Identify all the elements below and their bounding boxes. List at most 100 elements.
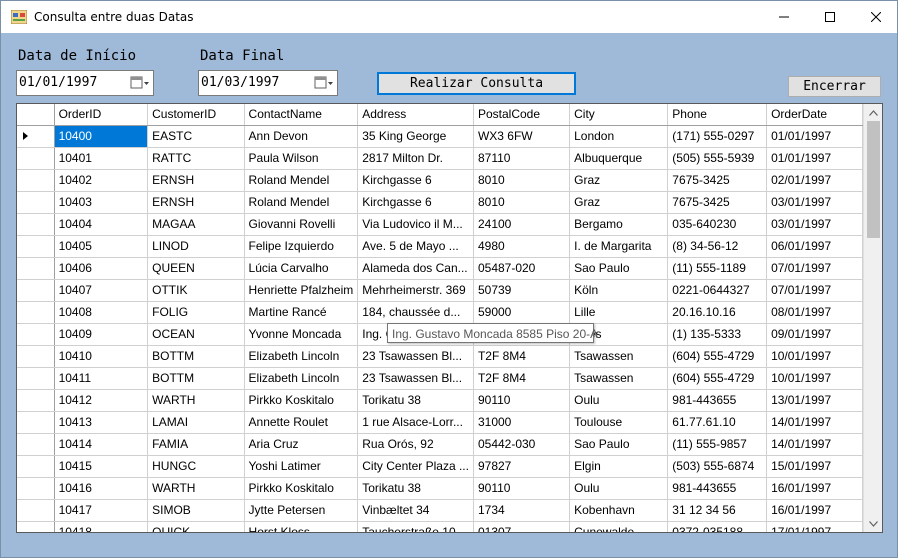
cell-postalcode[interactable]: 01307 [473, 521, 571, 532]
cell-postalcode[interactable]: 59000 [473, 301, 571, 324]
cell-orderid[interactable]: 10401 [54, 147, 149, 170]
cell-customerid[interactable]: RATTC [147, 147, 245, 170]
cell-phone[interactable]: 7675-3425 [667, 169, 768, 192]
cell-address[interactable]: Via Ludovico il M... [357, 213, 474, 236]
row-header[interactable] [17, 411, 55, 434]
cell-postalcode[interactable]: T2F 8M4 [473, 367, 571, 390]
vertical-scrollbar[interactable] [863, 104, 882, 532]
cell-address[interactable]: Kirchgasse 6 [357, 169, 474, 192]
cell-orderdate[interactable]: 10/01/1997 [766, 367, 863, 390]
minimize-button[interactable] [761, 1, 807, 33]
cell-orderdate[interactable]: 16/01/1997 [766, 477, 863, 500]
cell-postalcode[interactable]: WX3 6FW [473, 125, 571, 148]
cell-postalcode[interactable]: 4980 [473, 235, 571, 258]
cell-postalcode[interactable]: 97827 [473, 455, 571, 478]
cell-city[interactable]: I. de Margarita [569, 235, 669, 258]
cell-postalcode[interactable]: 87110 [473, 147, 571, 170]
row-header[interactable] [17, 125, 55, 148]
cell-city[interactable]: Cunewalde [569, 521, 669, 532]
cell-orderid[interactable]: 10418 [54, 521, 149, 532]
cell-address[interactable]: Mehrheimerstr. 369 [357, 279, 474, 302]
table-row[interactable]: 10416 WARTH Pirkko Koskitalo Torikatu 38 901… [17, 477, 863, 500]
column-header-city[interactable]: City [569, 104, 669, 126]
cell-orderdate[interactable]: 07/01/1997 [766, 257, 863, 280]
query-button[interactable]: Realizar Consulta [377, 72, 576, 95]
cell-customerid[interactable]: BOTTM [147, 345, 245, 368]
cell-city[interactable]: Albuquerque [569, 147, 669, 170]
cell-phone[interactable]: (1) 135-5333 [667, 323, 768, 346]
cell-orderdate[interactable]: 01/01/1997 [766, 125, 863, 148]
cell-orderdate[interactable]: 03/01/1997 [766, 191, 863, 214]
corner-header[interactable] [17, 104, 55, 126]
row-header[interactable] [17, 433, 55, 456]
column-header-address[interactable]: Address [357, 104, 474, 126]
cell-customerid[interactable]: OCEAN [147, 323, 245, 346]
table-row[interactable]: 10406 QUEEN Lúcia Carvalho Alameda dos Can.… [17, 257, 863, 280]
cell-address[interactable]: City Center Plaza ... [357, 455, 474, 478]
cell-orderdate[interactable]: 10/01/1997 [766, 345, 863, 368]
calendar-dropdown-icon[interactable] [314, 75, 334, 91]
cell-city[interactable]: Oulu [569, 477, 669, 500]
row-header[interactable] [17, 191, 55, 214]
cell-orderid[interactable]: 10415 [54, 455, 149, 478]
row-header[interactable] [17, 169, 55, 192]
cell-orderdate[interactable]: 03/01/1997 [766, 213, 863, 236]
cell-customerid[interactable]: EASTC [147, 125, 245, 148]
cell-orderid[interactable]: 10416 [54, 477, 149, 500]
cell-phone[interactable]: 31 12 34 56 [667, 499, 768, 522]
cell-postalcode[interactable]: 05442-030 [473, 433, 571, 456]
cell-phone[interactable]: 7675-3425 [667, 191, 768, 214]
cell-orderid[interactable]: 10412 [54, 389, 149, 412]
row-header[interactable] [17, 257, 55, 280]
table-row[interactable]: 10400 EASTC Ann Devon 35 King George WX3 6FW… [17, 125, 863, 148]
cell-contactname[interactable]: Jytte Petersen [244, 499, 359, 522]
cell-phone[interactable]: (11) 555-9857 [667, 433, 768, 456]
row-header[interactable] [17, 455, 55, 478]
column-header-postalcode[interactable]: PostalCode [473, 104, 571, 126]
cell-orderdate[interactable]: 14/01/1997 [766, 411, 863, 434]
cell-phone[interactable]: (604) 555-4729 [667, 367, 768, 390]
row-header[interactable] [17, 235, 55, 258]
row-header[interactable] [17, 389, 55, 412]
title-bar[interactable]: Consulta entre duas Datas [1, 1, 897, 33]
cell-city[interactable]: Graz [569, 191, 669, 214]
cell-city[interactable]: Bergamo [569, 213, 669, 236]
table-row[interactable]: 10401 RATTC Paula Wilson 2817 Milton Dr. 871… [17, 147, 863, 170]
cell-phone[interactable]: (11) 555-1189 [667, 257, 768, 280]
orders-grid[interactable]: OrderID CustomerID ContactName Address P… [16, 103, 883, 533]
cell-city[interactable]: Lille [569, 301, 669, 324]
cell-address[interactable]: Torikatu 38 [357, 477, 474, 500]
cell-city[interactable]: Tsawassen [569, 345, 669, 368]
cell-orderdate[interactable]: 01/01/1997 [766, 147, 863, 170]
cell-postalcode[interactable]: T2F 8M4 [473, 345, 571, 368]
row-header[interactable] [17, 301, 55, 324]
cell-city[interactable]: Elgin [569, 455, 669, 478]
cell-customerid[interactable]: BOTTM [147, 367, 245, 390]
cell-phone[interactable]: (505) 555-5939 [667, 147, 768, 170]
cell-address[interactable]: Vinbæltet 34 [357, 499, 474, 522]
cell-orderdate[interactable]: 16/01/1997 [766, 499, 863, 522]
row-header[interactable] [17, 213, 55, 236]
cell-contactname[interactable]: Roland Mendel [244, 191, 359, 214]
table-row[interactable]: 10417 SIMOB Jytte Petersen Vinbæltet 34 1734… [17, 499, 863, 522]
cell-city[interactable]: Graz [569, 169, 669, 192]
cell-orderdate[interactable]: 17/01/1997 [766, 521, 863, 532]
column-header-orderdate[interactable]: OrderDate [766, 104, 863, 126]
calendar-dropdown-icon[interactable] [130, 75, 150, 91]
cell-orderid[interactable]: 10402 [54, 169, 149, 192]
cell-address[interactable]: Rua Orós, 92 [357, 433, 474, 456]
cell-phone[interactable]: (503) 555-6874 [667, 455, 768, 478]
cell-contactname[interactable]: Pirkko Koskitalo [244, 389, 359, 412]
table-row[interactable]: 10414 FAMIA Aria Cruz Rua Orós, 92 05442-030… [17, 433, 863, 456]
cell-customerid[interactable]: FOLIG [147, 301, 245, 324]
start-date-picker[interactable]: 01/01/1997 [16, 70, 154, 96]
cell-city[interactable]: Sao Paulo [569, 257, 669, 280]
table-row[interactable]: 10408 FOLIG Martine Rancé 184, chaussée d..… [17, 301, 863, 324]
cell-contactname[interactable]: Yoshi Latimer [244, 455, 359, 478]
cell-postalcode[interactable]: 90110 [473, 389, 571, 412]
cell-customerid[interactable]: ERNSH [147, 191, 245, 214]
column-header-orderid[interactable]: OrderID [54, 104, 149, 126]
cell-customerid[interactable]: QUEEN [147, 257, 245, 280]
cell-address[interactable]: Torikatu 38 [357, 389, 474, 412]
scroll-thumb[interactable] [867, 121, 880, 238]
